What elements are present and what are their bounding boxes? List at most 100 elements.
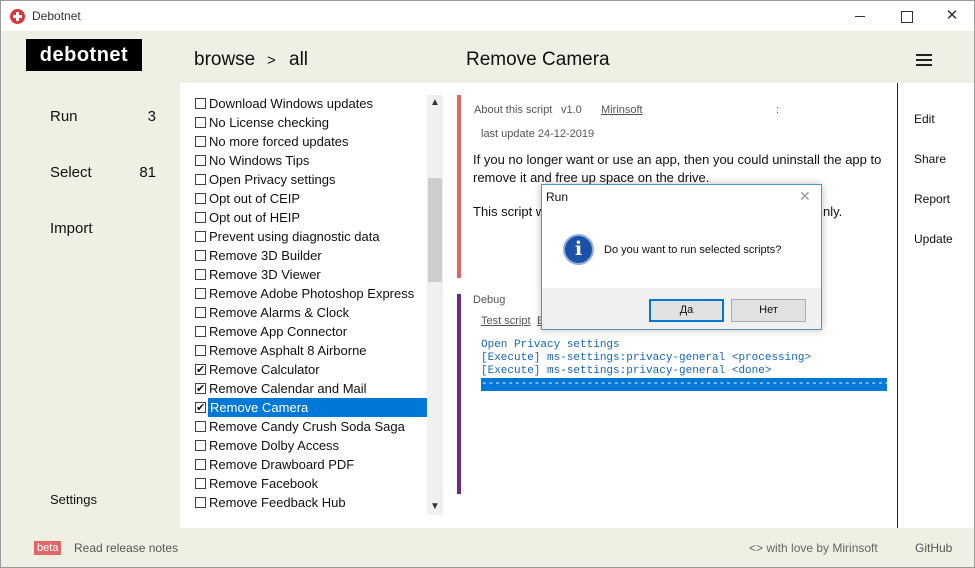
report-action[interactable]: Report	[914, 192, 950, 206]
script-checkbox[interactable]	[195, 497, 206, 508]
maximize-button[interactable]	[883, 1, 929, 31]
scroll-up-icon[interactable]: ▲	[427, 95, 443, 111]
script-list-item[interactable]: Remove App Connector	[194, 322, 427, 341]
script-checkbox[interactable]	[195, 326, 206, 337]
script-list-item[interactable]: Remove Alarms & Clock	[194, 303, 427, 322]
script-label: No Windows Tips	[209, 153, 310, 168]
script-list-item[interactable]: Remove Drawboard PDF	[194, 455, 427, 474]
script-label: Remove Alarms & Clock	[209, 305, 350, 320]
script-label: Remove Drawboard PDF	[209, 457, 355, 472]
nav-select[interactable]: Select	[50, 164, 92, 181]
script-checkbox[interactable]	[195, 98, 206, 109]
script-checkbox[interactable]	[195, 269, 206, 280]
update-action[interactable]: Update	[914, 232, 953, 246]
debug-accent-bar	[457, 294, 461, 494]
breadcrumb-all[interactable]: all	[289, 49, 308, 71]
script-checkbox[interactable]	[195, 174, 206, 185]
script-list-item[interactable]: Opt out of CEIP	[194, 189, 427, 208]
no-button[interactable]: Нет	[731, 299, 806, 322]
release-notes-link[interactable]: Read release notes	[74, 541, 178, 555]
yes-button[interactable]: Да	[649, 299, 724, 322]
beta-badge: beta	[34, 541, 62, 555]
breadcrumb-separator: >	[267, 52, 276, 69]
close-window-button[interactable]: ✕	[929, 1, 975, 31]
script-checkbox[interactable]	[195, 307, 206, 318]
script-list-item[interactable]: Remove Feedback Hub	[194, 493, 427, 512]
script-list-item[interactable]: Opt out of HEIP	[194, 208, 427, 227]
script-checkbox[interactable]	[195, 231, 206, 242]
script-checkbox[interactable]	[195, 212, 206, 223]
left-navigation: Run 3 Select 81 Import Settings	[0, 83, 180, 528]
made-with-love-text: <> with love by Mirinsoft	[749, 541, 878, 555]
script-list-item[interactable]: Download Windows updates	[194, 94, 427, 113]
script-list-item[interactable]: Remove 3D Builder	[194, 246, 427, 265]
script-checkbox[interactable]	[195, 288, 206, 299]
script-label: No License checking	[209, 115, 329, 130]
script-checkbox[interactable]	[195, 478, 206, 489]
script-checkbox[interactable]	[195, 380, 206, 399]
script-checkbox[interactable]	[195, 459, 206, 470]
script-list-item[interactable]: Remove Calculator	[194, 360, 427, 380]
script-label: Opt out of HEIP	[209, 210, 301, 225]
script-checkbox[interactable]	[195, 421, 206, 432]
script-checkbox[interactable]	[195, 136, 206, 147]
script-label: Remove App Connector	[209, 324, 348, 339]
scroll-thumb[interactable]	[428, 178, 442, 282]
scroll-down-icon[interactable]: ▼	[427, 499, 443, 515]
nav-settings[interactable]: Settings	[50, 492, 97, 507]
script-checkbox[interactable]	[195, 440, 206, 451]
script-checkbox[interactable]	[195, 193, 206, 204]
script-list-item[interactable]: Remove Candy Crush Soda Saga	[194, 417, 427, 436]
script-checkbox[interactable]	[195, 361, 206, 380]
script-list-item[interactable]: Remove Camera	[194, 398, 427, 418]
test-script-link[interactable]: Test script	[481, 315, 531, 327]
script-list-item[interactable]: No Windows Tips	[194, 151, 427, 170]
script-list-item[interactable]: Remove Facebook	[194, 474, 427, 493]
script-list-item[interactable]: No more forced updates	[194, 132, 427, 151]
script-label: Opt out of CEIP	[209, 191, 301, 206]
script-label: Remove 3D Builder	[209, 248, 322, 263]
script-list-item[interactable]: Prevent using diagnostic data	[194, 227, 427, 246]
script-label: Remove Feedback Hub	[209, 495, 346, 510]
script-label: Prevent using diagnostic data	[209, 229, 380, 244]
script-description-2: This script w	[473, 204, 546, 219]
script-list-item[interactable]: Remove Calendar and Mail	[194, 379, 427, 399]
list-scrollbar[interactable]: ▲ ▼	[427, 95, 443, 515]
console-line: [Execute] ms-settings:privacy-general <d…	[481, 365, 772, 377]
script-label: Remove Calendar and Mail	[209, 381, 367, 396]
script-checkbox[interactable]	[195, 155, 206, 166]
edit-action[interactable]: Edit	[914, 112, 935, 126]
console-line: Open Privacy settings	[481, 339, 620, 351]
console-line: [Execute] ms-settings:privacy-general <p…	[481, 352, 812, 364]
console-selected-line: ----------------------------------------…	[481, 378, 887, 391]
script-label: Remove Dolby Access	[209, 438, 340, 453]
script-label: Download Windows updates	[209, 96, 374, 111]
script-list-pane: Download Windows updates No License check…	[180, 83, 445, 528]
breadcrumb-browse[interactable]: browse	[194, 49, 255, 71]
script-list-item[interactable]: Remove Dolby Access	[194, 436, 427, 455]
hamburger-menu-icon[interactable]	[916, 54, 932, 66]
minimize-button[interactable]	[837, 1, 883, 31]
script-checkbox[interactable]	[195, 345, 206, 356]
script-checkbox[interactable]	[195, 399, 206, 418]
nav-import[interactable]: Import	[50, 220, 93, 237]
nav-run[interactable]: Run	[50, 108, 78, 125]
dialog-close-icon[interactable]: ✕	[799, 188, 811, 205]
script-list-item[interactable]: Remove Adobe Photoshop Express	[194, 284, 427, 303]
app-header: debotnet browse > all Remove Camera	[0, 31, 975, 83]
script-checkbox[interactable]	[195, 117, 206, 128]
author-link[interactable]: Mirinsoft	[601, 104, 643, 116]
script-label: Remove Camera	[208, 398, 427, 417]
action-pane: Edit Share Report Update	[897, 83, 975, 528]
page-title: Remove Camera	[466, 49, 610, 70]
select-count: 81	[139, 164, 156, 181]
script-list-item[interactable]: Remove Asphalt 8 Airborne	[194, 341, 427, 360]
share-action[interactable]: Share	[914, 152, 946, 166]
script-list-item[interactable]: Open Privacy settings	[194, 170, 427, 189]
run-count: 3	[147, 108, 156, 125]
script-checkbox[interactable]	[195, 250, 206, 261]
script-list-item[interactable]: Remove 3D Viewer	[194, 265, 427, 284]
script-list-item[interactable]: No License checking	[194, 113, 427, 132]
github-link[interactable]: GitHub	[915, 541, 952, 555]
window-titlebar: Debotnet ✕	[0, 0, 975, 31]
